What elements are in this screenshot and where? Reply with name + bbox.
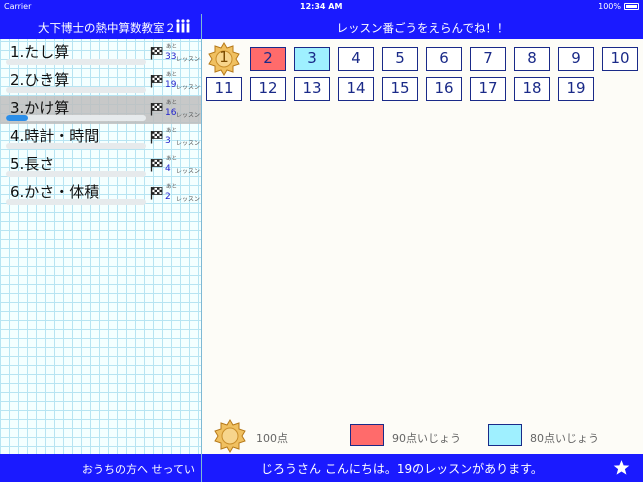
legend-gold-label: 100点: [256, 432, 288, 445]
legend-red-label: 90点いじょう: [392, 432, 461, 445]
greeting-message: じろうさん こんにちは。19のレッスンがあります。: [261, 462, 543, 476]
lesson-number: 13: [302, 79, 322, 97]
star-icon[interactable]: [613, 459, 630, 476]
app-title: 大下博士の熱中算数教室２: [38, 21, 176, 35]
lesson-button[interactable]: 14: [338, 77, 374, 101]
remaining-prefix: あと: [166, 128, 178, 134]
remaining-count: 19: [165, 80, 177, 90]
lesson-button[interactable]: 9: [558, 47, 594, 71]
remaining-count: 3: [165, 136, 171, 146]
lesson-button[interactable]: 16: [426, 77, 462, 101]
remaining-prefix: あと: [166, 156, 178, 162]
lesson-number: 9: [571, 49, 581, 67]
lesson-number: 7: [483, 49, 493, 67]
lesson-button[interactable]: 10: [602, 47, 638, 71]
lesson-button[interactable]: 11: [206, 77, 242, 101]
remaining-prefix: あと: [166, 72, 178, 78]
remaining-count: 2: [165, 192, 171, 202]
progress-bar: [6, 87, 146, 93]
sidebar-footer: おうちの方へ せってい: [0, 454, 202, 482]
lesson-number: 3: [307, 49, 317, 67]
lesson-button[interactable]: 2: [250, 47, 286, 71]
carrier-label: Carrier: [4, 2, 32, 11]
lesson-button[interactable]: 18: [514, 77, 550, 101]
checkered-flag-icon: [150, 75, 163, 88]
remaining-prefix: あと: [166, 184, 178, 190]
lesson-number: 19: [566, 79, 586, 97]
lesson-button[interactable]: 7: [470, 47, 506, 71]
battery-icon: [624, 3, 639, 10]
lesson-button[interactable]: 17: [470, 77, 506, 101]
lesson-button[interactable]: 15: [382, 77, 418, 101]
lesson-button[interactable]: 6: [426, 47, 462, 71]
lesson-number: 11: [214, 79, 234, 97]
sidebar-header: 大下博士の熱中算数教室２: [0, 14, 201, 39]
remaining-unit: レッスン: [176, 112, 201, 119]
remaining-count: 4: [165, 164, 171, 174]
lesson-button[interactable]: 3: [294, 47, 330, 71]
remaining-count: 33: [165, 52, 177, 62]
clock: 12:34 AM: [300, 2, 343, 11]
lesson-number: 5: [395, 49, 405, 67]
category-row[interactable]: 4.時計・時間 あと 3 レッスン: [0, 124, 201, 152]
lesson-button[interactable]: 1: [206, 42, 242, 76]
legend-cyan-label: 80点いじょう: [530, 432, 599, 445]
greeting-bar: じろうさん こんにちは。19のレッスンがあります。: [202, 454, 643, 482]
lesson-number: 16: [434, 79, 454, 97]
checkered-flag-icon: [150, 187, 163, 200]
main-header: レッスン番ごうをえらんでね！！: [202, 14, 643, 39]
category-row[interactable]: 3.かけ算 あと 16 レッスン: [0, 96, 201, 124]
progress-bar: [6, 143, 146, 149]
lesson-number: 18: [522, 79, 542, 97]
lesson-number: 8: [527, 49, 537, 67]
page-title: レッスン番ごうをえらんでね！！: [336, 21, 509, 35]
progress-bar: [6, 59, 146, 65]
lesson-button[interactable]: 5: [382, 47, 418, 71]
lesson-number: 4: [351, 49, 361, 67]
remaining-unit: レッスン: [176, 56, 201, 63]
remaining-prefix: あと: [166, 44, 178, 50]
battery-percent: 100%: [598, 2, 621, 11]
checkered-flag-icon: [150, 131, 163, 144]
progress-bar: [6, 115, 146, 121]
category-sidebar: 大下博士の熱中算数教室２ 1.たし算 あと 33 レッスン 2.ひき算 あと 19 レッスン 3…: [0, 14, 202, 454]
lesson-panel: レッスン番ごうをえらんでね！！ 1 2 3 4 5 6 7 8 9 10 11 12 13 14 15 16 1…: [202, 14, 643, 454]
remaining-unit: レッスン: [176, 84, 201, 91]
remaining-unit: レッスン: [176, 196, 201, 203]
lesson-number: 6: [439, 49, 449, 67]
checkered-flag-icon: [150, 47, 163, 60]
parents-settings-link[interactable]: おうちの方へ せってい: [82, 461, 195, 477]
lesson-button[interactable]: 19: [558, 77, 594, 101]
remaining-unit: レッスン: [176, 168, 201, 175]
category-row[interactable]: 1.たし算 あと 33 レッスン: [0, 40, 201, 68]
remaining-unit: レッスン: [176, 140, 201, 147]
remaining-count: 16: [165, 108, 177, 118]
lesson-number: 17: [478, 79, 498, 97]
lesson-number: 1: [219, 48, 229, 66]
legend-red-swatch: [350, 424, 384, 446]
lesson-button[interactable]: 8: [514, 47, 550, 71]
gold-medal-icon: [214, 419, 246, 453]
category-row[interactable]: 2.ひき算 あと 19 レッスン: [0, 68, 201, 96]
progress-bar: [6, 171, 146, 177]
legend-cyan-swatch: [488, 424, 522, 446]
lesson-number: 2: [263, 49, 273, 67]
status-bar: Carrier 12:34 AM 100%: [0, 0, 643, 14]
category-row[interactable]: 6.かさ・体積 あと 2 レッスン: [0, 180, 201, 208]
lesson-number: 14: [346, 79, 366, 97]
checkered-flag-icon: [150, 159, 163, 172]
remaining-prefix: あと: [166, 100, 178, 106]
lesson-number: 12: [258, 79, 278, 97]
checkered-flag-icon: [150, 103, 163, 116]
stats-icon[interactable]: [175, 19, 191, 33]
progress-fill: [6, 115, 29, 121]
lesson-button[interactable]: 12: [250, 77, 286, 101]
category-row[interactable]: 5.長さ あと 4 レッスン: [0, 152, 201, 180]
lesson-number: 15: [390, 79, 410, 97]
lesson-button[interactable]: 13: [294, 77, 330, 101]
progress-bar: [6, 199, 146, 205]
lesson-button[interactable]: 4: [338, 47, 374, 71]
lesson-number: 10: [610, 49, 630, 67]
